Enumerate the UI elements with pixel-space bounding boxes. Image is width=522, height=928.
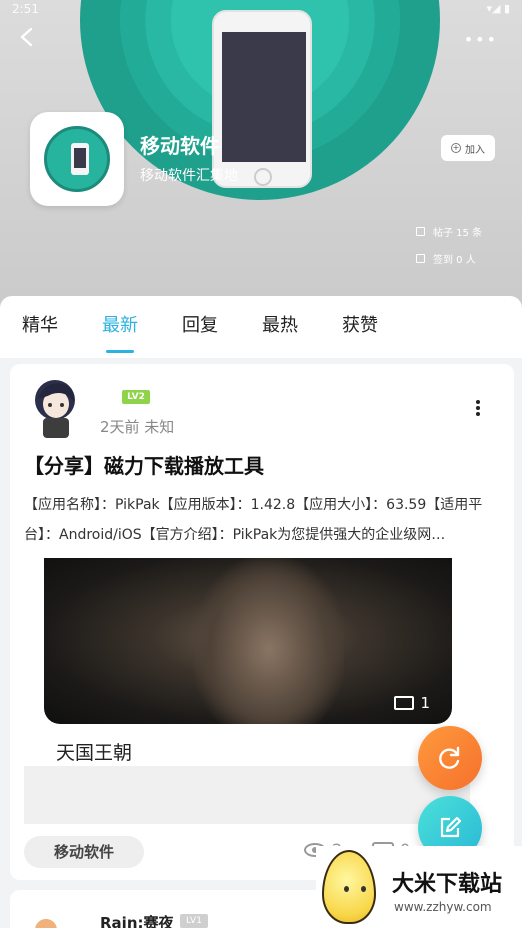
checkin-stat: 签到 0 人 [416,251,476,266]
mascot-logo [322,850,376,924]
image-caption: 天国王朝 [56,742,133,764]
post-title[interactable]: 【分享】磁力下载播放工具 [24,450,264,479]
author-name: Rain:赛夜 [100,914,174,928]
post-meta: 2天前 未知 [100,418,175,436]
checkin-icon [416,254,425,263]
watermark-title: 大米下载站 [392,872,503,897]
site-watermark: 大米下载站 www.zzhyw.com [316,846,522,928]
more-options-icon[interactable]: ••• [464,30,498,49]
status-icons: ▾◢ ▮ [486,2,510,15]
refresh-icon [439,746,460,769]
post-image[interactable]: 1 [44,558,452,724]
forum-header: 2:51 ▾◢ ▮ ••• 移动软件 移动软件汇集地 + 加入 帖子 15 条 … [0,0,522,330]
back-icon[interactable] [16,26,38,48]
forum-banner-image [80,0,440,202]
post-excerpt: 【应用名称】：PikPak【应用版本】：1.42.8【应用大小】：63.59【适… [24,497,483,543]
user-level-badge: LV1 [180,914,208,928]
tab-featured[interactable]: 精华 [22,311,58,337]
active-tab-indicator [106,350,134,353]
watermark-url: www.zzhyw.com [394,900,492,914]
folder-icon [394,696,415,710]
forum-title: 移动软件 [140,134,220,158]
tab-latest[interactable]: 最新 [102,311,138,337]
attachment-area [24,766,470,824]
edit-icon [440,816,462,838]
avatar[interactable] [26,910,76,928]
forum-tag[interactable]: 移动软件 [24,836,144,868]
tab-bar: 精华 最新 回复 最热 获赞 [0,296,522,358]
forum-description: 移动软件汇集地 [140,168,238,184]
tab-liked[interactable]: 获赞 [342,311,378,337]
plus-circle-icon: + [451,143,461,153]
avatar[interactable] [26,376,84,440]
image-count: 1 [394,694,430,712]
join-button[interactable]: + 加入 [441,135,495,161]
tab-replies[interactable]: 回复 [182,311,218,337]
status-time: 2:51 [12,2,39,16]
tab-hottest[interactable]: 最热 [262,311,298,337]
post-icon [416,227,425,236]
join-label: 加入 [465,144,485,156]
user-level-badge: LV2 [122,390,150,404]
forum-logo [30,112,124,206]
refresh-button[interactable] [418,726,482,790]
posts-stat: 帖子 15 条 [416,224,482,239]
post-menu-icon[interactable] [472,398,484,418]
